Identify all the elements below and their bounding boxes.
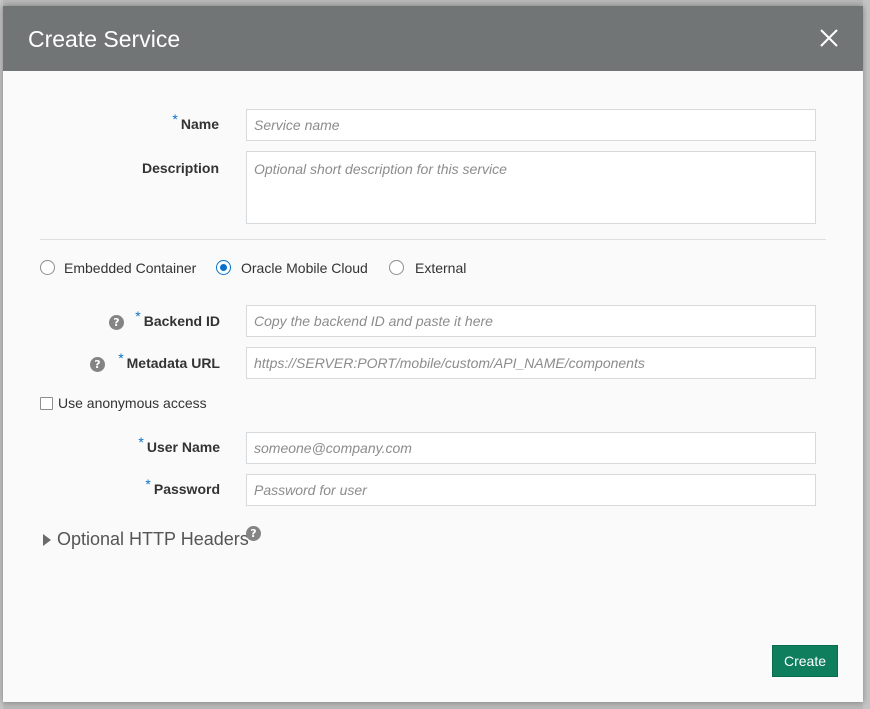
anonymous-access-label[interactable]: Use anonymous access <box>58 395 207 411</box>
metadata-url-help-icon[interactable]: ? <box>90 357 105 372</box>
section-divider <box>40 239 826 240</box>
required-marker: * <box>138 434 144 450</box>
name-label: * Name <box>172 111 219 132</box>
radio-label-oracle-mobile-cloud[interactable]: Oracle Mobile Cloud <box>241 260 368 276</box>
radio-embedded-container[interactable] <box>40 260 55 275</box>
password-input[interactable] <box>246 474 816 506</box>
dialog-header: Create Service <box>3 6 863 71</box>
optional-http-headers-toggle[interactable]: Optional HTTP Headers <box>57 529 249 550</box>
password-label: * Password <box>145 476 220 497</box>
required-marker: * <box>145 476 151 492</box>
description-textarea[interactable] <box>246 151 816 224</box>
close-icon <box>820 29 838 47</box>
backend-id-input[interactable] <box>246 305 816 337</box>
dialog-title: Create Service <box>28 26 181 52</box>
backend-id-label: * Backend ID <box>135 308 220 329</box>
required-marker: * <box>135 308 141 324</box>
radio-external[interactable] <box>389 260 404 275</box>
expand-triangle-icon[interactable] <box>43 534 51 546</box>
close-button[interactable] <box>818 27 840 49</box>
anonymous-access-checkbox[interactable] <box>40 397 53 410</box>
background-page-right <box>863 0 870 709</box>
required-marker: * <box>118 350 124 366</box>
user-name-input[interactable] <box>246 432 816 464</box>
radio-label-external[interactable]: External <box>415 260 466 276</box>
backend-id-help-icon[interactable]: ? <box>109 315 124 330</box>
create-button[interactable]: Create <box>772 645 838 677</box>
metadata-url-input[interactable] <box>246 347 816 379</box>
name-input[interactable] <box>246 109 816 141</box>
required-marker: * <box>172 111 178 127</box>
optional-headers-help-icon[interactable]: ? <box>246 526 261 541</box>
description-label: Description <box>141 160 219 176</box>
dialog-body: *Name Description Embedded Container Ora… <box>3 71 863 702</box>
metadata-url-label: * Metadata URL <box>118 350 220 371</box>
radio-label-embedded-container[interactable]: Embedded Container <box>64 260 196 276</box>
radio-oracle-mobile-cloud[interactable] <box>216 260 231 275</box>
user-name-label: * User Name <box>138 434 220 455</box>
create-service-dialog: Create Service *Name Description Embedde… <box>3 6 863 702</box>
